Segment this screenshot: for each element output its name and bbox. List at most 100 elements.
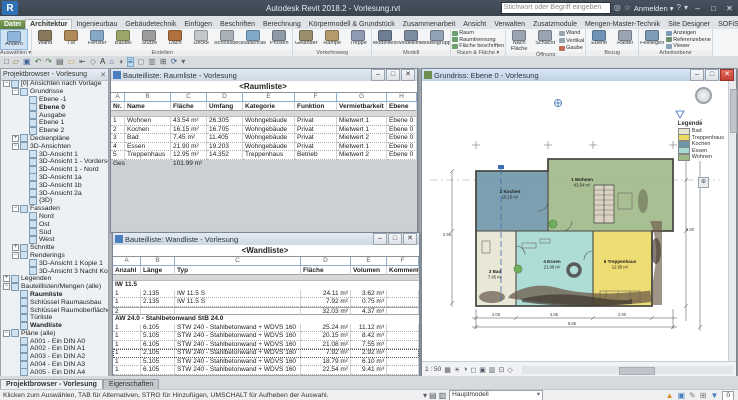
tree-item-nord[interactable]: Nord <box>1 213 108 221</box>
gaube-button[interactable]: Gaube <box>559 45 584 51</box>
table-row[interactable]: 15.105STW 240 - Stahlbetonwand + WDVS 16… <box>113 332 419 341</box>
festlegen-button[interactable]: Festlegen <box>639 29 665 50</box>
table-row[interactable]: 1Wohnen43.54 m²26.305WohngebäudePrivatMi… <box>111 117 417 126</box>
elevation-marker[interactable] <box>555 100 685 119</box>
minimize-button[interactable]: – <box>371 69 385 81</box>
reveal-hidden-icon[interactable]: ⊡ <box>498 366 504 374</box>
tree-expander-icon[interactable]: + <box>3 275 10 282</box>
tree-item-ebene-0[interactable]: Ebene 0 <box>1 103 108 111</box>
tree-item-3d-ansicht-1a[interactable]: 3D-Ansicht 1a <box>1 174 108 182</box>
tree-item-renderings[interactable]: −Renderings <box>1 252 108 260</box>
nach-fläche-button[interactable]: Nach Fläche <box>506 29 532 52</box>
ribbon-tab-architektur[interactable]: Architektur <box>25 19 72 29</box>
table-row[interactable]: 16.105STW 240 - Stahlbetonwand + WDVS 16… <box>113 341 419 350</box>
press-drag-icon[interactable]: ⊞ <box>700 391 707 400</box>
editable-only-icon[interactable]: ▥ <box>439 391 447 400</box>
ribbon-tab-datei[interactable]: Datei <box>0 20 25 29</box>
referenzebene-button[interactable]: Referenzebene <box>666 37 711 43</box>
print-icon[interactable]: ▤ <box>56 57 64 67</box>
ribbon-tab-beschriften[interactable]: Beschriften <box>216 20 259 29</box>
tree-item-3d-ansicht-1-nord[interactable]: 3D-Ansicht 1 - Nord <box>1 166 108 174</box>
rampe-button[interactable]: Rampe <box>319 29 345 50</box>
section-icon[interactable]: ◑ <box>118 57 123 67</box>
zoom-tool-icon[interactable]: ⊕ <box>698 177 709 188</box>
viewer-button[interactable]: Viewer <box>666 43 711 49</box>
table-row[interactable]: 12.135IW 11.5 S24.11 m²3.62 m³ <box>113 290 419 299</box>
table-row[interactable]: 2Kochen16.15 m²16.705WohngebäudePrivatMi… <box>111 126 417 135</box>
table-row[interactable]: 15.105STW 240 - Stahlbetonwand + WDVS 16… <box>113 358 419 367</box>
modelltext-button[interactable]: Modelltext <box>372 29 398 50</box>
revit-logo-icon[interactable]: R <box>2 1 18 15</box>
undo-icon[interactable]: ↶ <box>35 57 42 67</box>
tree-item-3d-ansicht-1-kopie-1[interactable]: 3D-Ansicht 1 Kopie 1 <box>1 259 108 267</box>
temporary-hide-icon[interactable]: ▥ <box>489 366 496 374</box>
crop-region-icon[interactable]: ▣ <box>479 366 486 374</box>
maximize-button[interactable]: □ <box>707 2 720 14</box>
palette-tab-eigenschaften[interactable]: Eigenschaften <box>103 379 159 389</box>
tree-expander-icon[interactable]: − <box>12 205 19 212</box>
tree-item-grundrisse[interactable]: −Grundrisse <box>1 88 108 96</box>
raum-button[interactable]: Raum <box>452 30 504 36</box>
maximize-button[interactable]: □ <box>388 233 402 245</box>
open-icon[interactable]: ▱ <box>13 57 19 67</box>
schacht-button[interactable]: Schacht <box>532 29 558 52</box>
tree-item-a002-ein-din-a1[interactable]: A002 - Ein DIN A1 <box>1 345 108 353</box>
sun-path-icon[interactable]: ☀ <box>454 366 460 374</box>
tree-expander-icon[interactable]: + <box>12 135 19 142</box>
tree-expander-icon[interactable]: + <box>12 244 19 251</box>
tree-expander-icon[interactable]: − <box>3 330 10 337</box>
exclude-options-icon[interactable]: ✎ <box>689 391 696 400</box>
tree-item-bauteillisten-mengen-alle[interactable]: −Bauteillisten/Mengen (alle) <box>1 283 108 291</box>
dach-button[interactable]: Dach <box>162 29 188 50</box>
table-row[interactable]: 5Treppenhaus12.95 m²14.352TreppenhausBet… <box>111 151 417 160</box>
geschossdecke-button[interactable]: Geschossdecke <box>214 29 240 50</box>
active-workset-dropdown[interactable]: Hauptmodell▾ <box>449 390 543 400</box>
tree-item-a004-ein-din-a3[interactable]: A004 - Ein DIN A3 <box>1 361 108 369</box>
ribbon-tab-körpermodell-grundstück[interactable]: Körpermodell & Grundstück <box>305 20 399 29</box>
help-search-input[interactable]: Stichwort oder Begriff eingeben <box>501 2 611 14</box>
tree-item-ebene-2[interactable]: Ebene 2 <box>1 127 108 135</box>
fläche-beschriften-button[interactable]: Fläche beschriften <box>452 43 504 49</box>
table-row[interactable]: 4Essen21.90 m²19.203WohngebäudePrivatMie… <box>111 143 417 152</box>
ribbon-tab-einfügen[interactable]: Einfügen <box>180 20 216 29</box>
tree-item-3d-ansichten[interactable]: −3D-Ansichten <box>1 142 108 150</box>
help-icon[interactable]: ? <box>677 3 681 13</box>
anzeigen-button[interactable]: Anzeigen <box>666 30 711 36</box>
close-icon[interactable]: ✕ <box>403 233 417 245</box>
shadows-icon[interactable]: ◑ <box>463 366 467 374</box>
minimize-button[interactable]: – <box>691 2 704 14</box>
new-icon[interactable]: □ <box>4 57 9 67</box>
pfosten-button[interactable]: Pfosten <box>266 29 292 50</box>
tree-item-türliste[interactable]: Türliste <box>1 314 108 322</box>
tree-item-a001-ein-din-a0[interactable]: A001 - Ein DIN A0 <box>1 337 108 345</box>
tree-item-ost[interactable]: Ost <box>1 220 108 228</box>
ribbon-tab-verwalten[interactable]: Verwalten <box>490 20 529 29</box>
worksharing-display-icon[interactable]: ▲ <box>666 391 674 400</box>
wand-button[interactable]: Wand <box>32 29 58 50</box>
room-kochen[interactable] <box>476 171 548 231</box>
help-dropdown-icon[interactable]: ▾ <box>684 3 688 13</box>
tree-item-west[interactable]: West <box>1 236 108 244</box>
close-icon[interactable]: ✕ <box>100 71 106 79</box>
maximize-button[interactable]: □ <box>705 69 719 81</box>
crop-view-icon[interactable]: ◻ <box>470 366 476 374</box>
thin-lines-icon[interactable]: ≡ <box>127 57 134 67</box>
ribbon-tab-zusammenarbeit[interactable]: Zusammenarbeit <box>399 20 460 29</box>
tree-item-3d-ansicht-2a[interactable]: 3D-Ansicht 2a <box>1 189 108 197</box>
text-icon[interactable]: A <box>100 57 105 67</box>
tree-item-a003-ein-din-a2[interactable]: A003 - Ein DIN A2 <box>1 353 108 361</box>
table-row[interactable]: 3Bad7.45 m²11.405WohngebäudePrivatMietwe… <box>111 134 417 143</box>
visual-style-icon[interactable]: ▦ <box>444 366 451 374</box>
tag-icon[interactable]: ◇ <box>90 57 96 67</box>
minimize-button[interactable]: – <box>690 69 704 81</box>
tree-expander-icon[interactable]: − <box>3 283 10 290</box>
tree-item-schlüssel-raumausbau[interactable]: Schlüssel Raumausbau <box>1 298 108 306</box>
tree-item-3d-ansicht-1-vorderseite[interactable]: 3D-Ansicht 1 - Vorderseite <box>1 158 108 166</box>
raumtrennung-button[interactable]: Raumtrennung <box>452 37 504 43</box>
vertikal-button[interactable]: Vertikal <box>559 38 584 44</box>
bauteil-button[interactable]: Bauteil <box>110 29 136 50</box>
view-scale[interactable]: 1 : 50 <box>425 366 441 373</box>
wand-button[interactable]: Wand <box>559 30 584 36</box>
tree-item-deckenpläne[interactable]: +Deckenpläne <box>1 135 108 143</box>
sync-icon[interactable]: ⟳ <box>171 57 178 67</box>
